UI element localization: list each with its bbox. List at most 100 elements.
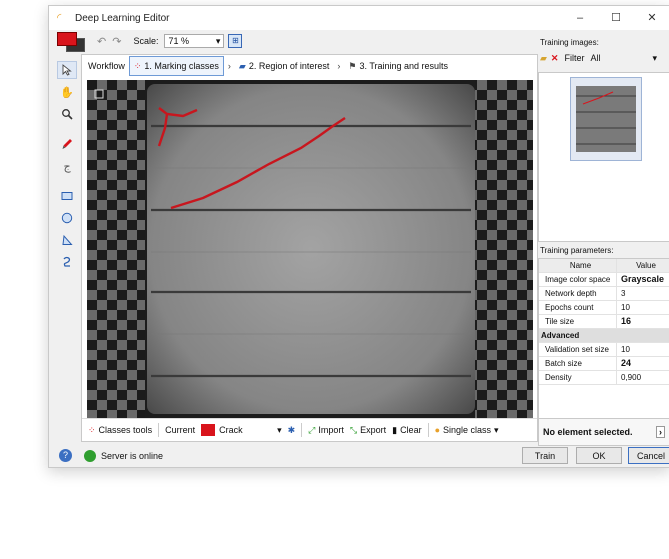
scale-value: 71 % <box>168 36 189 46</box>
param-name: Network depth <box>539 287 617 300</box>
param-name: Batch size <box>539 357 617 370</box>
classes-tools-label: Classes tools <box>98 425 153 435</box>
flag-icon: ⚑ <box>348 60 357 71</box>
settings-gear-icon[interactable]: ✱ <box>288 425 296 436</box>
property-description: No element selected. › <box>538 418 669 446</box>
params-table: Name Value Image color space Grayscale N… <box>538 258 669 422</box>
step-2-label: 2. Region of interest <box>248 61 330 71</box>
step-region-of-interest[interactable]: ▰ 2. Region of interest <box>235 57 333 75</box>
param-name: Image color space <box>539 273 617 286</box>
color-swatch[interactable] <box>57 32 85 52</box>
param-value[interactable]: Grayscale <box>617 273 669 286</box>
single-class-icon: ● <box>434 425 441 435</box>
top-toolbar: ↶ ↷ Scale: 71 % ▾ ⊞ <box>49 30 536 52</box>
minimize-button[interactable]: – <box>562 6 598 30</box>
dropdown-arrow-icon: ▾ <box>277 424 282 435</box>
param-row[interactable]: Image color space Grayscale <box>539 273 669 287</box>
param-value[interactable]: 3 <box>617 287 669 300</box>
param-value[interactable]: 10 <box>617 301 669 314</box>
param-name: Epochs count <box>539 301 617 314</box>
param-row[interactable]: Density 0,900 <box>539 371 669 385</box>
chevron-right-icon: › <box>337 61 341 71</box>
server-status-text: Server is online <box>101 450 164 461</box>
classes-icon: ⁘ <box>133 60 142 71</box>
dropdown-arrow-icon: ▾ <box>494 424 499 435</box>
open-folder-icon[interactable]: ▰ <box>540 53 547 64</box>
undo-icon[interactable]: ↶ <box>97 35 106 48</box>
images-toolbar: ▰ ✕ Filter All ▾ <box>538 50 669 66</box>
title-bar: ◜ Deep Learning Editor – ☐ ✕ <box>49 6 669 30</box>
training-images-label: Training images: <box>540 38 599 47</box>
polygon-tool-icon[interactable] <box>57 231 77 249</box>
param-name: Density <box>539 371 617 384</box>
export-label: Export <box>360 425 387 435</box>
redo-icon[interactable]: ↷ <box>112 35 121 48</box>
image-canvas[interactable] <box>87 80 533 418</box>
pointer-tool-icon[interactable] <box>57 61 77 79</box>
clear-button[interactable]: ▮ Clear <box>392 425 421 436</box>
param-row[interactable]: Epochs count 10 <box>539 301 669 315</box>
no-element-text: No element selected. <box>543 427 633 437</box>
classes-toolbar: ⁘ Classes tools Current Crack ▾ ✱ ⤢ Impo… <box>82 418 537 441</box>
import-label: Import <box>318 425 344 435</box>
param-value[interactable]: 16 <box>617 315 669 328</box>
params-header-row: Name Value <box>539 259 669 273</box>
zoom-tool-icon[interactable] <box>57 105 77 123</box>
image-thumbnail[interactable] <box>570 77 642 161</box>
editor-panel: Workflow ⁘ 1. Marking classes › ▰ 2. Reg… <box>81 54 538 442</box>
help-icon[interactable]: ? <box>59 449 72 462</box>
single-class-dropdown[interactable]: ● Single class ▾ <box>435 425 499 436</box>
expand-icon[interactable]: › <box>656 426 665 438</box>
cancel-button[interactable]: Cancel <box>628 447 669 464</box>
clear-label: Clear <box>400 425 422 435</box>
export-icon: ⤡ <box>349 424 358 435</box>
solar-cell-image <box>87 80 533 418</box>
import-icon: ⤢ <box>308 424 316 435</box>
filter-label: Filter <box>564 53 585 63</box>
train-button[interactable]: Train <box>522 447 568 464</box>
scale-select[interactable]: 71 % ▾ <box>164 34 225 48</box>
delete-icon[interactable]: ✕ <box>551 53 559 64</box>
param-name: Tile size <box>539 315 617 328</box>
param-value[interactable]: 24 <box>617 357 669 370</box>
maximize-button[interactable]: ☐ <box>598 6 634 30</box>
param-name: Validation set size <box>539 343 617 356</box>
workflow-label: Workflow <box>88 61 125 71</box>
trash-icon: ▮ <box>392 424 398 435</box>
dropdown-arrow-icon[interactable]: ▾ <box>652 53 657 64</box>
param-row[interactable]: Batch size 24 <box>539 357 669 371</box>
single-class-label: Single class <box>443 425 492 435</box>
hand-tool-icon[interactable]: ✋ <box>57 83 77 101</box>
filter-value[interactable]: All <box>590 53 652 63</box>
brush-tool-icon[interactable] <box>57 135 77 153</box>
server-status-icon <box>84 449 96 462</box>
param-row[interactable]: Network depth 3 <box>539 287 669 301</box>
import-button[interactable]: ⤢ Import <box>308 425 344 436</box>
lasso-tool-icon[interactable]: ج <box>57 157 77 175</box>
step-1-label: 1. Marking classes <box>144 61 219 71</box>
training-images-list <box>538 72 669 242</box>
export-button[interactable]: ⤡ Export <box>350 425 386 436</box>
advanced-group-header[interactable]: Advanced <box>539 329 669 343</box>
freeform-tool-icon[interactable] <box>57 253 77 271</box>
param-row[interactable]: Tile size 16 <box>539 315 669 329</box>
close-button[interactable]: ✕ <box>634 6 669 30</box>
param-value[interactable]: 10 <box>617 343 669 356</box>
class-select[interactable]: Crack ▾ <box>195 424 282 436</box>
class-name: Crack <box>219 425 243 435</box>
scale-label: Scale: <box>133 36 159 46</box>
classes-tools: ⁘ Classes tools <box>88 425 152 436</box>
ok-button[interactable]: OK <box>576 447 622 464</box>
current-label: Current <box>165 425 196 435</box>
zoom-fit-icon[interactable]: ⊞ <box>228 34 243 48</box>
step-marking-classes[interactable]: ⁘ 1. Marking classes <box>128 56 224 76</box>
ellipse-tool-icon[interactable] <box>57 209 77 227</box>
window-reflection <box>48 466 669 559</box>
rectangle-tool-icon[interactable] <box>57 187 77 205</box>
col-value: Value <box>636 261 656 270</box>
classes-icon: ⁘ <box>88 424 96 435</box>
step-training-and-results[interactable]: ⚑ 3. Training and results <box>344 57 452 75</box>
app-icon: ◜ <box>57 12 62 24</box>
param-value[interactable]: 0,900 <box>617 371 669 384</box>
param-row[interactable]: Validation set size 10 <box>539 343 669 357</box>
